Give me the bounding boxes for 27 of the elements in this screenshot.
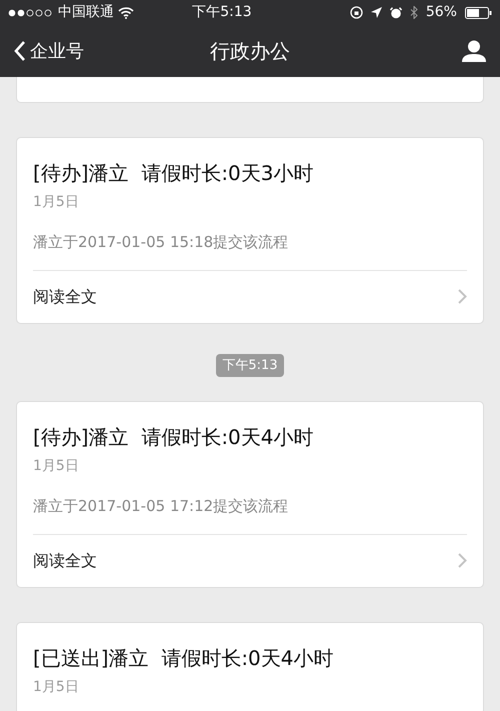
carrier-name: 中国联通 <box>58 3 114 22</box>
back-icon <box>14 41 26 61</box>
message-date: 1月5日 <box>33 678 80 696</box>
location-icon <box>370 7 382 18</box>
chevron-icon <box>458 553 467 568</box>
message-title: [待办]潘立 请假时长:0天3小时 <box>33 160 315 187</box>
signal-icon <box>8 8 54 16</box>
alarm-icon <box>390 6 402 18</box>
bluetooth-icon <box>410 6 418 19</box>
battery-icon <box>464 6 492 18</box>
rotation-lock-icon <box>350 6 363 19</box>
message-detail: 潘立于2017-01-05 15:18提交该流程 <box>33 232 290 253</box>
message-date: 1月5日 <box>33 457 80 476</box>
time-badge: 下午5:13 <box>216 354 284 377</box>
message-date: 1月5日 <box>33 193 80 212</box>
battery-percent: 56% <box>426 3 457 22</box>
read-more-link[interactable]: 阅读全文 <box>33 270 467 322</box>
read-more-link[interactable]: 阅读全文 <box>33 534 467 586</box>
page-title: 行政办公 <box>210 38 290 65</box>
message-title: [已送出]潘立 请假时长:0天4小时 <box>33 644 335 672</box>
message-title: [待办]潘立 请假时长:0天4小时 <box>33 424 315 451</box>
message-detail: 潘立于2017-01-05 17:12提交该流程 <box>33 496 290 517</box>
person-icon[interactable] <box>462 40 486 62</box>
back-button[interactable]: 企业号 <box>14 38 84 64</box>
wifi-icon <box>118 6 134 18</box>
status-time: 下午5:13 <box>192 3 252 22</box>
chevron-icon <box>458 289 467 304</box>
